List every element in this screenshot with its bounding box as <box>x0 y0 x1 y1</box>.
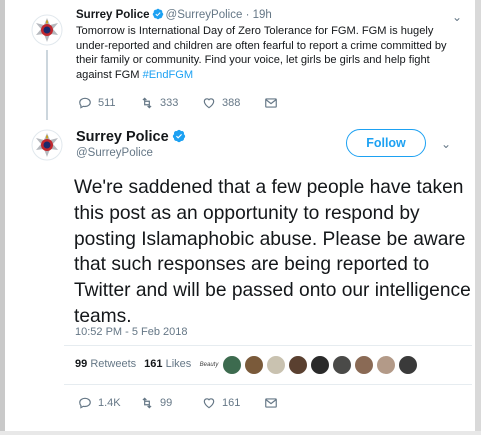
likes-stat-count: 161 <box>144 358 163 370</box>
follow-button[interactable]: Follow <box>346 129 426 157</box>
liker-avatar-wordmark[interactable]: Beauty <box>198 355 220 375</box>
envelope-icon <box>265 98 277 108</box>
heart-icon <box>203 398 215 409</box>
heart-icon <box>203 98 215 109</box>
liker-avatar[interactable] <box>398 355 418 375</box>
divider <box>64 345 472 346</box>
direct-message-button[interactable] <box>264 396 284 410</box>
liker-avatar[interactable] <box>266 355 286 375</box>
meta-separator: · <box>245 9 250 21</box>
liker-avatar[interactable] <box>288 355 308 375</box>
reply-count: 1.4K <box>98 397 121 409</box>
retweet-count: 99 <box>160 397 173 409</box>
surrey-police-crest-icon[interactable] <box>31 129 63 161</box>
parent-tweet-actions: 511 333 388 <box>78 96 284 110</box>
thread-connector-line <box>46 50 48 120</box>
window-frame-right <box>475 0 481 435</box>
surrey-police-crest-icon[interactable] <box>31 14 63 46</box>
main-tweet-header: Surrey Police @SurreyPolice <box>76 128 188 161</box>
retweet-count: 333 <box>160 97 179 109</box>
main-author-row: Surrey Police <box>76 128 188 146</box>
liker-avatars: Beauty <box>198 355 420 375</box>
liker-avatar[interactable] <box>354 355 374 375</box>
like-button[interactable]: 388 <box>202 96 264 110</box>
main-author-handle[interactable]: @SurreyPolice <box>76 146 188 161</box>
parent-tweet-text: Tomorrow is International Day of Zero To… <box>76 24 468 82</box>
hashtag-link[interactable]: #EndFGM <box>143 69 194 81</box>
parent-author-handle[interactable]: @SurreyPolice <box>166 9 243 21</box>
liker-avatar[interactable] <box>376 355 396 375</box>
liker-avatar[interactable] <box>332 355 352 375</box>
envelope-icon <box>265 398 277 408</box>
retweet-button[interactable]: 99 <box>140 396 202 410</box>
verified-badge-icon <box>152 8 163 20</box>
reply-icon <box>79 397 91 409</box>
divider <box>64 384 472 385</box>
retweet-button[interactable]: 333 <box>140 96 202 110</box>
retweets-stat[interactable]: 99 Retweets <box>75 358 136 370</box>
chevron-down-icon[interactable]: ⌄ <box>441 137 451 151</box>
liker-avatar[interactable] <box>310 355 330 375</box>
parent-tweet[interactable]: Surrey Police @SurreyPolice · 19h Tomorro… <box>76 8 468 82</box>
like-count: 388 <box>222 97 241 109</box>
parent-tweet-body: Tomorrow is International Day of Zero To… <box>76 25 447 81</box>
window-frame-left <box>0 0 5 435</box>
window-frame-bottom <box>0 431 481 435</box>
liker-avatar[interactable] <box>222 355 242 375</box>
like-button[interactable]: 161 <box>202 396 264 410</box>
parent-tweet-header: Surrey Police @SurreyPolice · 19h <box>76 8 468 23</box>
retweets-stat-label: Retweets <box>90 358 137 370</box>
retweet-icon <box>142 397 152 409</box>
main-author-name[interactable]: Surrey Police <box>76 129 169 145</box>
reply-count: 511 <box>98 97 116 109</box>
main-tweet-text: We're saddened that a few people have ta… <box>74 177 471 327</box>
reply-button[interactable]: 1.4K <box>78 396 140 410</box>
likes-stat[interactable]: 161 Likes <box>144 358 191 370</box>
likes-stat-label: Likes <box>165 358 192 370</box>
retweets-stat-count: 99 <box>75 358 88 370</box>
reply-button[interactable]: 511 <box>78 96 140 110</box>
verified-badge-icon <box>172 129 185 143</box>
main-tweet-actions: 1.4K 99 161 <box>78 396 284 410</box>
engagement-stats: 99 Retweets 161 Likes <box>75 358 191 370</box>
retweet-icon <box>142 97 152 109</box>
liker-avatar[interactable] <box>244 355 264 375</box>
like-count: 161 <box>222 397 241 409</box>
chevron-down-icon[interactable]: ⌄ <box>452 10 462 24</box>
reply-icon <box>79 97 91 109</box>
parent-tweet-time[interactable]: 19h <box>253 9 272 21</box>
parent-author-name[interactable]: Surrey Police <box>76 9 150 21</box>
direct-message-button[interactable] <box>264 96 284 110</box>
main-tweet-timestamp[interactable]: 10:52 PM - 5 Feb 2018 <box>75 326 188 338</box>
